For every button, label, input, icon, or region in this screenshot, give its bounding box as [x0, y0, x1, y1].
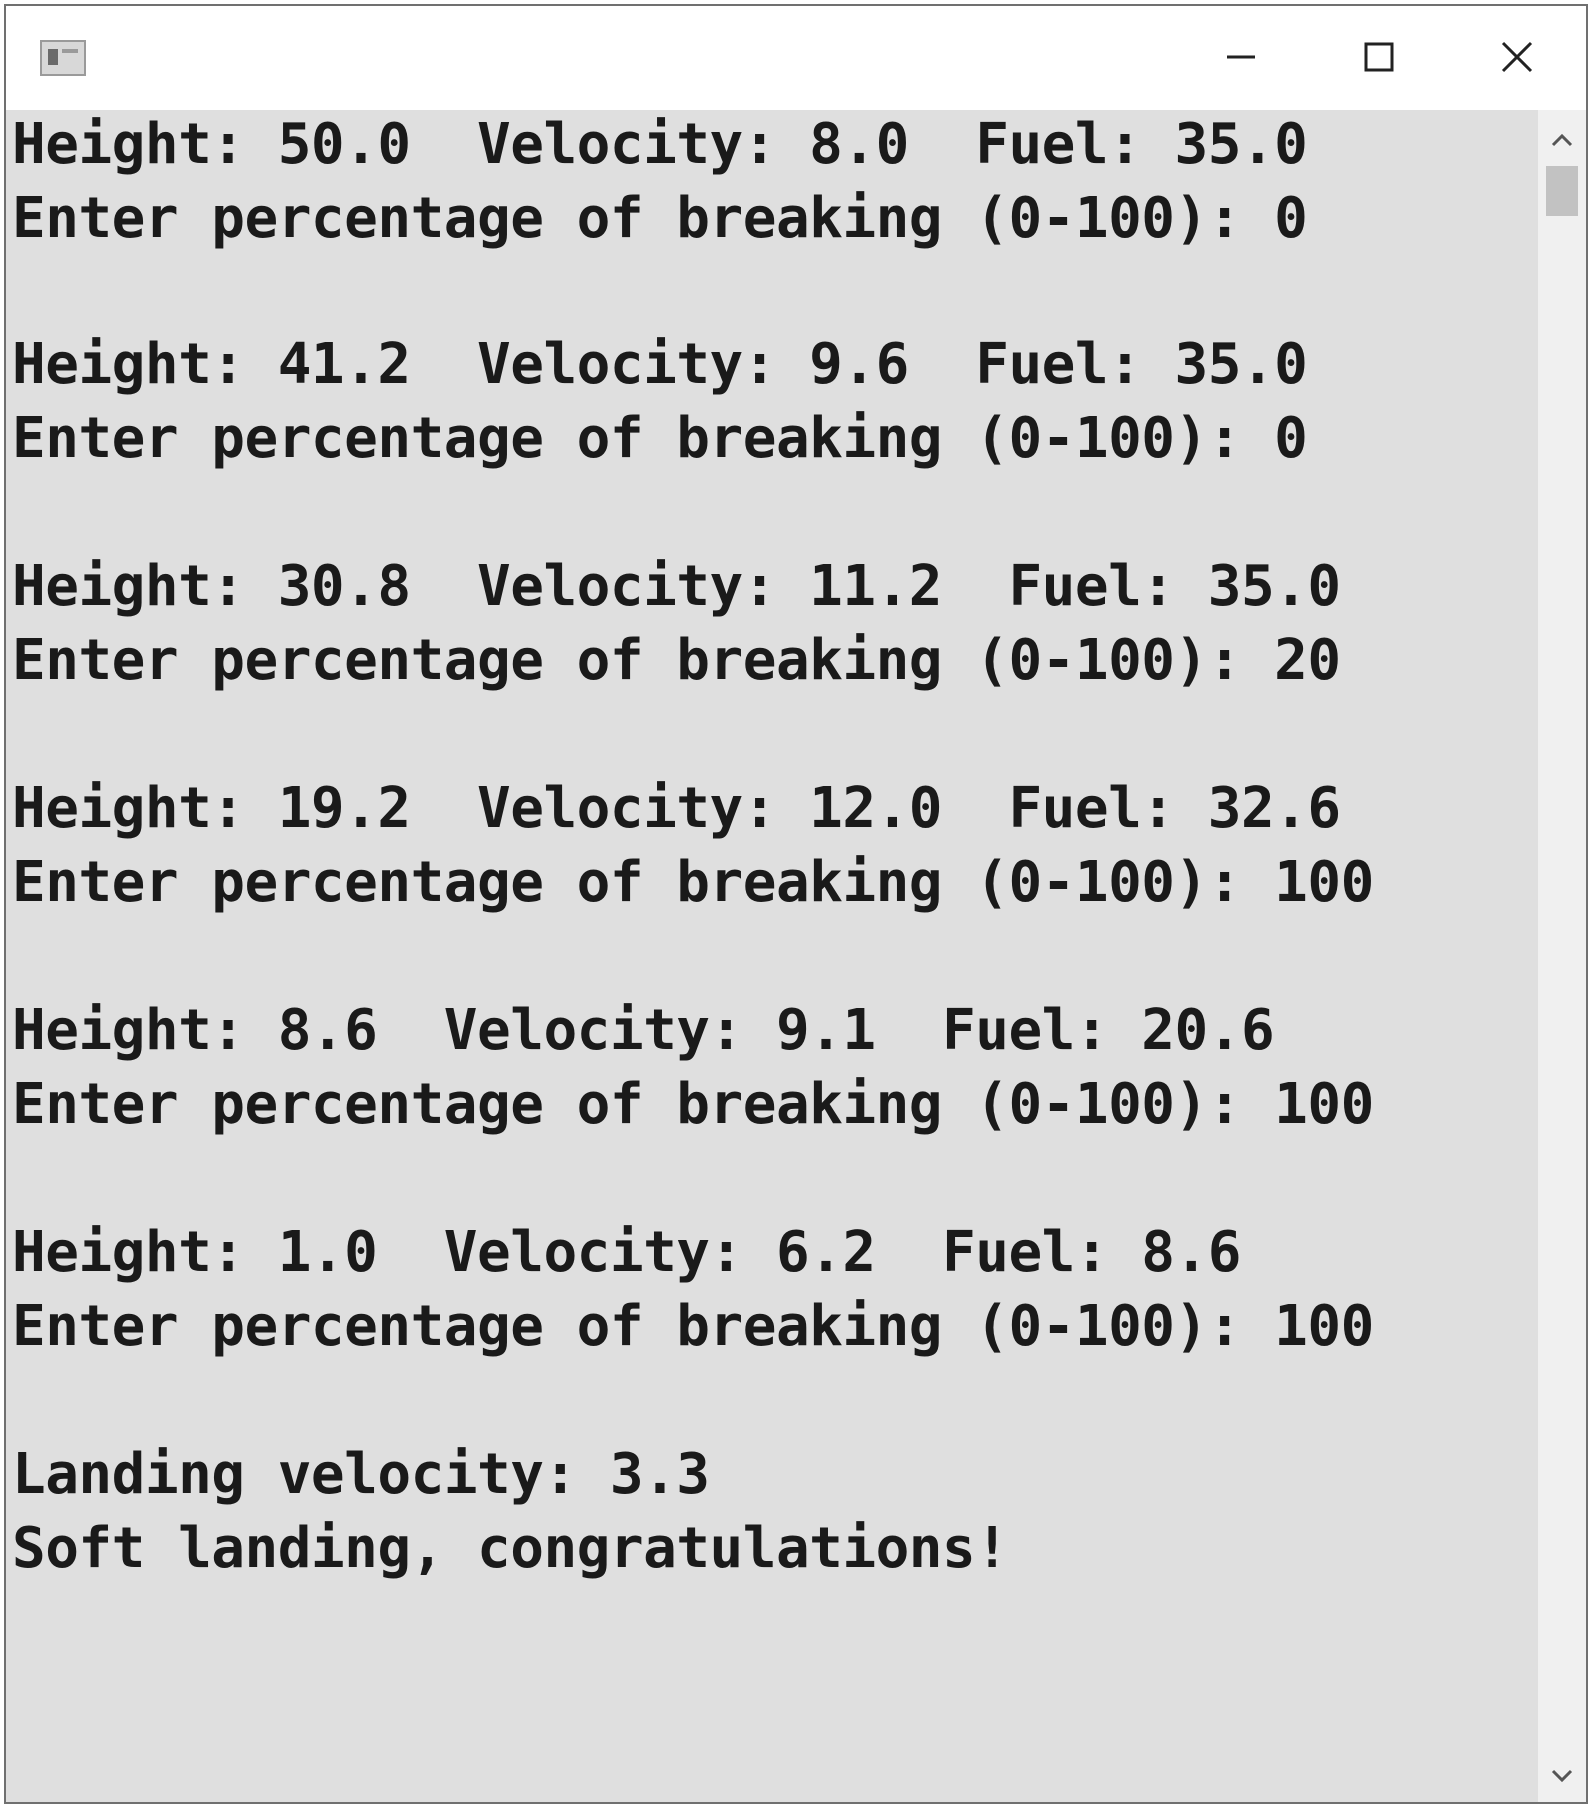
- console-line: Height: 50.0 Velocity: 8.0 Fuel: 35.0: [12, 112, 1308, 177]
- console-line: Height: 19.2 Velocity: 12.0 Fuel: 32.6: [12, 776, 1341, 841]
- console-line: Height: 8.6 Velocity: 9.1 Fuel: 20.6: [12, 998, 1275, 1063]
- maximize-button[interactable]: [1310, 6, 1448, 108]
- console-line: Enter percentage of breaking (0-100): 0: [12, 406, 1308, 471]
- scrollbar-thumb[interactable]: [1546, 166, 1578, 216]
- close-icon: [1501, 41, 1533, 73]
- console-line: Enter percentage of breaking (0-100): 20: [12, 628, 1341, 693]
- console-app-icon: [40, 40, 86, 76]
- console-line: Enter percentage of breaking (0-100): 0: [12, 186, 1308, 251]
- console-window: Height: 50.0 Velocity: 8.0 Fuel: 35.0 En…: [4, 4, 1588, 1804]
- console-line: Enter percentage of breaking (0-100): 10…: [12, 1294, 1374, 1359]
- console-line: Landing velocity: 3.3: [12, 1442, 710, 1507]
- close-button[interactable]: [1448, 6, 1586, 108]
- minimize-icon: [1227, 55, 1255, 59]
- maximize-icon: [1364, 42, 1394, 72]
- chevron-up-icon: [1551, 133, 1573, 147]
- console-output[interactable]: Height: 50.0 Velocity: 8.0 Fuel: 35.0 En…: [6, 110, 1538, 1802]
- console-line: Height: 30.8 Velocity: 11.2 Fuel: 35.0: [12, 554, 1341, 619]
- vertical-scrollbar[interactable]: [1538, 110, 1586, 1802]
- title-bar[interactable]: [6, 6, 1586, 108]
- console-line: Soft landing, congratulations!: [12, 1516, 1009, 1581]
- minimize-button[interactable]: [1172, 6, 1310, 108]
- console-line: Enter percentage of breaking (0-100): 10…: [12, 850, 1374, 915]
- scroll-down-button[interactable]: [1538, 1750, 1586, 1802]
- console-line: Height: 41.2 Velocity: 9.6 Fuel: 35.0: [12, 332, 1308, 397]
- console-line: Height: 1.0 Velocity: 6.2 Fuel: 8.6: [12, 1220, 1241, 1285]
- console-line: Enter percentage of breaking (0-100): 10…: [12, 1072, 1374, 1137]
- chevron-down-icon: [1551, 1769, 1573, 1783]
- scroll-up-button[interactable]: [1538, 114, 1586, 166]
